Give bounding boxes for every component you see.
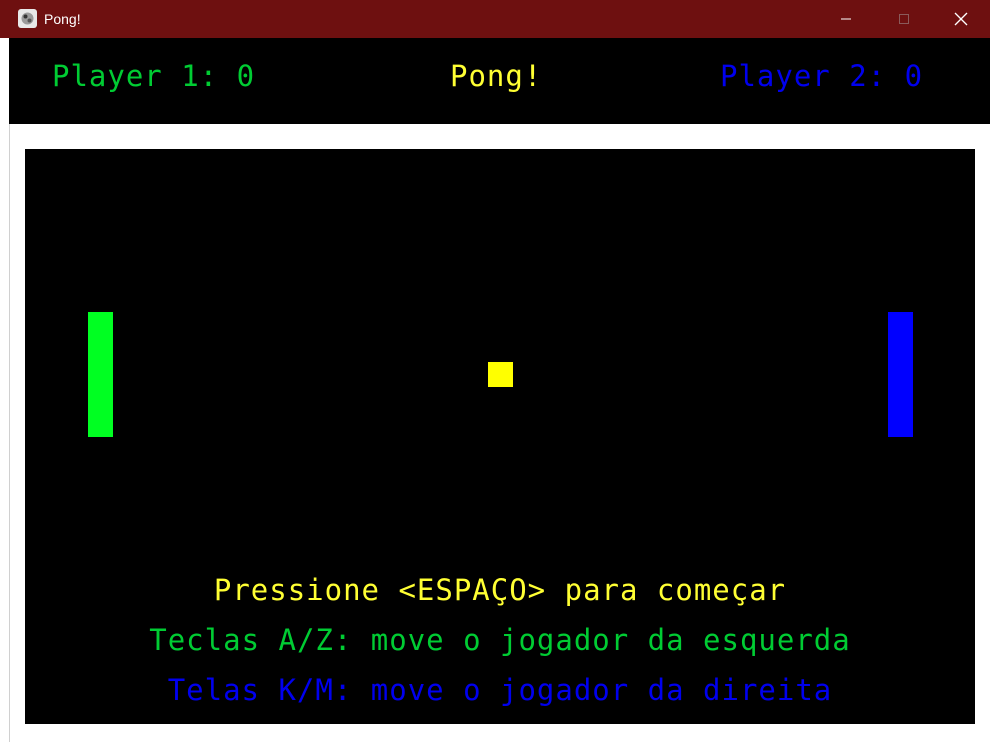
close-button[interactable] — [932, 0, 990, 38]
window-left-border — [0, 38, 10, 742]
maximize-icon — [898, 13, 910, 25]
ball — [488, 362, 513, 387]
left-player-controls: Teclas A/Z: move o jogador da esquerda — [149, 623, 851, 657]
game-title: Pong! — [450, 59, 543, 93]
player2-score: Player 2: 0 — [720, 59, 924, 93]
start-instruction: Pressione <ESPAÇO> para começar — [213, 573, 787, 607]
right-player-controls: Telas K/M: move o jogador da direita — [167, 673, 833, 707]
scoreboard: Player 1: 0 Pong! Player 2: 0 — [9, 38, 990, 124]
pong-window: Pong! Player 1: 0 Pong! Player 2: 0 Pres… — [0, 0, 990, 742]
maximize-button[interactable] — [875, 0, 933, 38]
java-app-icon[interactable] — [18, 9, 37, 28]
minimize-icon — [840, 13, 852, 25]
window-title: Pong! — [44, 11, 81, 27]
left-paddle — [88, 312, 113, 437]
game-court[interactable]: Pressione <ESPAÇO> para começar Teclas A… — [25, 149, 975, 724]
title-bar[interactable]: Pong! — [0, 0, 990, 38]
player1-score: Player 1: 0 — [52, 59, 256, 93]
close-icon — [954, 12, 968, 26]
minimize-button[interactable] — [817, 0, 875, 38]
right-paddle — [888, 312, 913, 437]
